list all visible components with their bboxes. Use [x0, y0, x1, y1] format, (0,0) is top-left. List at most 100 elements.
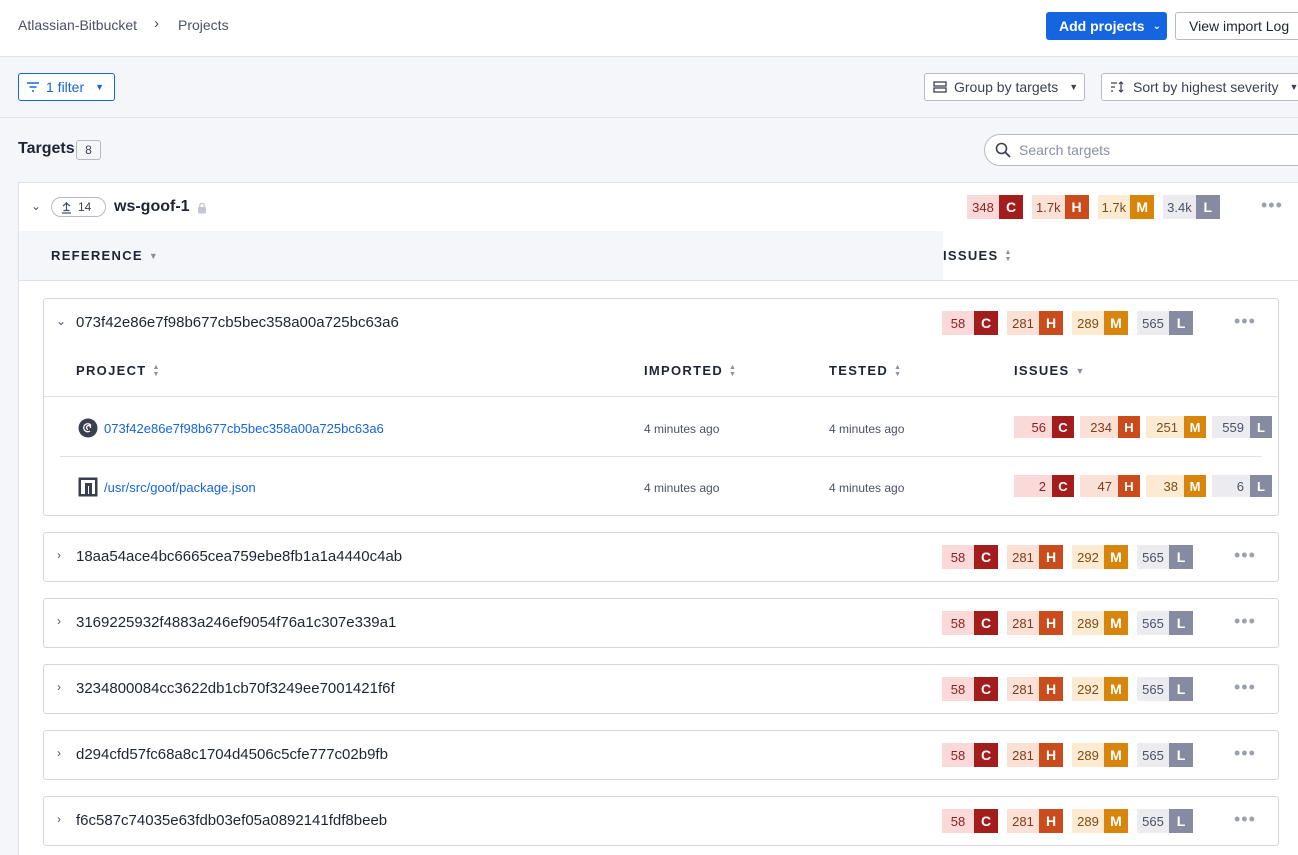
reference-card[interactable]: › 3234800084cc3622db1cb70f3249ee7001421f… — [43, 664, 1279, 714]
caret-down-icon: ▼ — [1289, 82, 1298, 92]
tested-column[interactable]: TESTED ▲ ▼ — [829, 363, 902, 378]
critical-count: 56 C — [1014, 416, 1074, 438]
medium-count: 292 M — [1072, 677, 1128, 701]
critical-count: 348 C — [967, 195, 1023, 219]
caret-down-icon: ▼ — [1069, 82, 1079, 92]
more-options-icon[interactable]: ••• — [1234, 311, 1256, 332]
filter-icon — [27, 82, 39, 92]
sort-icon: ▲ ▼ — [729, 363, 738, 378]
high-count: 281 H — [1007, 677, 1063, 701]
reference-name[interactable]: 3234800084cc3622db1cb70f3249ee7001421f6f — [76, 680, 395, 697]
target-header[interactable]: ⌄ 14 ws-goof-1 348 C 1.7k H 1.7k M 3.4k L ••… — [19, 183, 1298, 231]
chevron-down-icon: ⌄ — [1152, 20, 1161, 32]
npm-icon — [78, 477, 98, 497]
reference-name[interactable]: d294cfd57fc68a8c1704d4506c5cfe777c02b9fb — [76, 746, 388, 763]
project-table-header: PROJECT ▲ ▼ IMPORTED ▲ ▼ TESTED ▲ ▼ ISSUES ▼ — [44, 347, 1278, 397]
imported-column[interactable]: IMPORTED ▲ ▼ — [644, 363, 737, 378]
project-column[interactable]: PROJECT ▲ ▼ — [76, 363, 161, 378]
high-count: 281 H — [1007, 611, 1063, 635]
project-issue-counts: 56 C 234 H 251 M 559 L — [1014, 416, 1272, 438]
targets-count-badge: 8 — [76, 140, 101, 160]
debian-icon — [78, 418, 98, 438]
medium-count: 251 M — [1146, 416, 1206, 438]
reference-issue-counts: 58 C 281 H 289 M 565 L — [942, 611, 1193, 635]
sort-dropdown[interactable]: Sort by highest severity ▼ — [1101, 73, 1298, 101]
reference-name[interactable]: 18aa54ace4bc6665cea759ebe8fb1a1a4440c4ab — [76, 548, 402, 565]
reference-card[interactable]: › 3169225932f4883a246ef9054f76a1c307e339… — [43, 598, 1279, 648]
chevron-down-icon[interactable]: ⌄ — [31, 199, 41, 213]
reference-card[interactable]: › 18aa54ace4bc6665cea759ebe8fb1a1a4440c4… — [43, 532, 1279, 582]
reference-issue-counts: 58 C 281 H 292 M 565 L — [942, 677, 1193, 701]
view-import-log-button[interactable]: View import Log — [1175, 12, 1298, 40]
high-count: 1.7k H — [1032, 195, 1089, 219]
medium-count: 289 M — [1072, 809, 1128, 833]
add-projects-label: Add projects — [1059, 18, 1145, 34]
project-link[interactable]: 073f42e86e7f98b677cb5bec358a00a725bc63a6 — [104, 421, 384, 436]
high-count: 281 H — [1007, 809, 1063, 833]
more-options-icon[interactable]: ••• — [1234, 611, 1256, 632]
low-count: 565 L — [1137, 311, 1193, 335]
target-issue-counts: 348 C 1.7k H 1.7k M 3.4k L — [967, 195, 1220, 219]
chevron-right-icon[interactable]: › — [57, 548, 61, 562]
reference-name[interactable]: f6c587c74035e63fdb03ef05a0892141fdf8beeb — [76, 812, 387, 829]
more-options-icon[interactable]: ••• — [1234, 545, 1256, 566]
low-count: 565 L — [1137, 809, 1193, 833]
group-by-dropdown[interactable]: Group by targets ▼ — [924, 73, 1085, 101]
search-targets[interactable] — [984, 134, 1298, 166]
critical-count: 58 C — [942, 677, 998, 701]
sort-desc-icon: ▼ — [148, 250, 160, 261]
more-options-icon[interactable]: ••• — [1261, 195, 1283, 216]
issues-column[interactable]: ISSUES ▲ ▼ — [943, 248, 1013, 263]
more-options-icon[interactable]: ••• — [1234, 677, 1256, 698]
reference-column[interactable]: REFERENCE ▼ — [51, 248, 159, 263]
table-row: /usr/src/goof/package.json 4 minutes ago… — [60, 458, 1272, 516]
table-row: 073f42e86e7f98b677cb5bec358a00a725bc63a6… — [60, 399, 1272, 457]
more-options-icon[interactable]: ••• — [1234, 809, 1256, 830]
reference-card[interactable]: › f6c587c74035e63fdb03ef05a0892141fdf8be… — [43, 796, 1279, 846]
critical-count: 58 C — [942, 809, 998, 833]
chevron-right-icon[interactable]: › — [57, 746, 61, 760]
project-issue-counts: 2C 47 H 38 M 6L — [1014, 475, 1272, 497]
reference-issue-counts: 58 C 281 H 289 M 565 L — [942, 809, 1193, 833]
chevron-right-icon[interactable]: › — [57, 680, 61, 694]
medium-count: 289 M — [1072, 743, 1128, 767]
top-bar: Atlassian-Bitbucket › Projects Add proje… — [0, 0, 1298, 57]
sort-desc-icon: ▼ — [1075, 365, 1086, 376]
medium-count: 292 M — [1072, 545, 1128, 569]
low-count: 565 L — [1137, 545, 1193, 569]
lock-icon — [198, 202, 206, 214]
reference-name[interactable]: 3169225932f4883a246ef9054f76a1c307e339a1 — [76, 614, 396, 631]
group-icon — [933, 81, 947, 93]
low-count: 3.4k L — [1163, 195, 1220, 219]
tested-time: 4 minutes ago — [829, 422, 905, 436]
target-name[interactable]: ws-goof-1 — [114, 198, 190, 216]
sort-icon: ▲ ▼ — [1004, 248, 1013, 263]
chevron-right-icon[interactable]: › — [57, 812, 61, 826]
reference-name[interactable]: 073f42e86e7f98b677cb5bec358a00a725bc63a6 — [76, 314, 399, 331]
sort-icon: ▲ ▼ — [894, 363, 903, 378]
critical-count: 58 C — [942, 545, 998, 569]
medium-count: 38 M — [1146, 475, 1206, 497]
chevron-right-icon[interactable]: › — [57, 614, 61, 628]
search-icon — [995, 142, 1011, 158]
issues-column[interactable]: ISSUES ▼ — [1014, 363, 1086, 378]
low-count: 565 L — [1137, 743, 1193, 767]
high-count: 281 H — [1007, 545, 1063, 569]
more-options-icon[interactable]: ••• — [1234, 743, 1256, 764]
chevron-down-icon[interactable]: ⌄ — [56, 314, 66, 328]
sort-label: Sort by highest severity — [1133, 79, 1279, 95]
caret-down-icon: ▼ — [95, 82, 105, 92]
project-link[interactable]: /usr/src/goof/package.json — [104, 480, 256, 495]
view-import-log-label: View import Log — [1189, 18, 1290, 34]
breadcrumb-org[interactable]: Atlassian-Bitbucket — [18, 17, 137, 33]
search-input[interactable] — [1019, 142, 1279, 158]
filter-button[interactable]: 1 filter ▼ — [18, 73, 115, 101]
breadcrumb-page[interactable]: Projects — [178, 17, 229, 33]
breadcrumb-separator: › — [154, 15, 159, 32]
ref-count: 14 — [78, 200, 92, 214]
reference-card[interactable]: › d294cfd57fc68a8c1704d4506c5cfe777c02b9… — [43, 730, 1279, 780]
add-projects-button[interactable]: Add projects ⌄ — [1046, 12, 1167, 40]
reference-issue-counts: 58 C 281 H 289 M 565 L — [942, 311, 1193, 335]
imported-time: 4 minutes ago — [644, 481, 720, 495]
reference-column-header: REFERENCE ▼ — [19, 231, 943, 281]
